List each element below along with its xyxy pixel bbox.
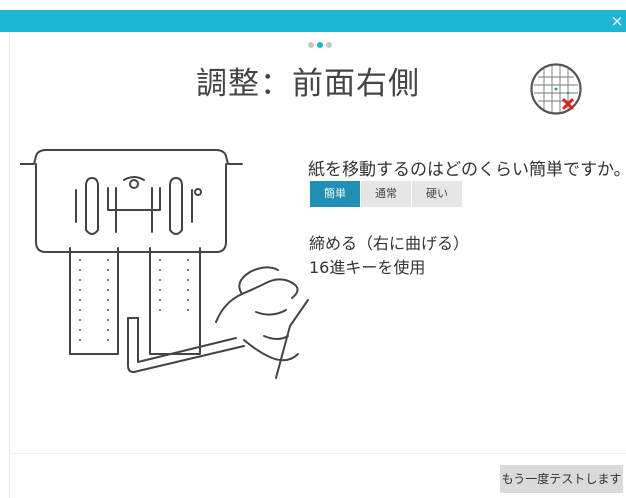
step-dot-2 (317, 42, 323, 48)
instruction-line-2: 16進キーを使用 (309, 258, 426, 277)
instruction-line-1: 締める（右に曲げる） (309, 234, 470, 253)
adjustment-window: × 調整：前面右側 紙を移動するのはどのくらい簡単ですか。 簡単 通常 硬い 締… (0, 0, 626, 498)
retest-button[interactable]: もう一度テストします (500, 465, 623, 493)
difficulty-option-easy[interactable]: 簡単 (310, 181, 360, 207)
close-icon[interactable]: × (610, 10, 624, 32)
alignment-target-icon (530, 63, 582, 115)
difficulty-question: 紙を移動するのはどのくらい簡単ですか。 (308, 160, 626, 180)
step-dot-1 (308, 42, 314, 48)
step-indicator (308, 42, 332, 48)
difficulty-option-hard[interactable]: 硬い (412, 181, 462, 207)
difficulty-option-normal[interactable]: 通常 (361, 181, 411, 207)
footer-divider (10, 453, 626, 454)
difficulty-selector: 簡単 通常 硬い (310, 181, 462, 207)
step-dot-3 (326, 42, 332, 48)
window-left-border (0, 32, 10, 498)
page-title: 調整：前面右側 (196, 66, 420, 102)
adjustment-instruction: 締める（右に曲げる） 16進キーを使用 (309, 232, 469, 280)
printer-adjustment-illustration (20, 149, 309, 379)
title-bar: × (0, 10, 626, 32)
